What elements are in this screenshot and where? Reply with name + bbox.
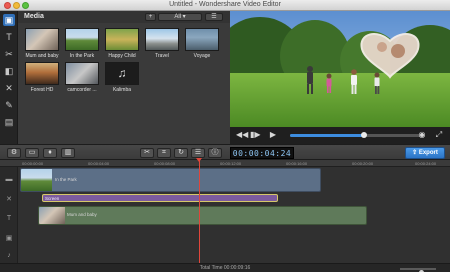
music-note-icon: ♫ [105,62,139,85]
media-title: Media [24,13,44,20]
playback-controls: ◀◀ ▮▶ ▶ ◉ ⤢ [230,127,450,144]
status-bar: Total Time 00:00:09:16 [0,263,450,272]
step-forward-icon[interactable]: ▮▶ [250,130,261,140]
element-icon[interactable]: ✎ [3,99,15,111]
ruler-tick: 00:00:24:00 [415,161,437,166]
timeline-zoom-slider[interactable] [400,268,436,272]
crop-icon[interactable]: ⌗ [157,148,171,158]
video-preview[interactable] [230,11,450,127]
media-item-label: Forest HD [30,87,54,93]
pip-clip[interactable]: Mum and baby [38,206,367,225]
photo-thumb-icon [25,62,59,85]
adjust-icon[interactable]: ☰ [191,148,205,158]
media-item-label: Mum and baby [25,53,59,59]
clip-label: Mum and baby [67,212,97,217]
ruler-tick: 00:00:00:00 [22,161,44,166]
sound-icon[interactable]: ▤ [3,116,15,128]
info-icon[interactable]: ⓘ [208,148,222,158]
fullscreen-icon[interactable]: ⤢ [433,130,445,140]
track-header: ▬ ✕ T ▣ ♪ [0,167,18,263]
snapshot-icon[interactable]: ◉ [416,130,428,140]
microphone-icon[interactable]: ♦ [43,148,57,158]
filter-icon[interactable]: ◧ [3,65,15,77]
playback-progress-slider[interactable] [290,132,425,138]
timeline-ruler[interactable]: 00:00:00:00 00:00:04:00 00:00:08:00 00:0… [0,160,450,167]
pip-track-icon: ▣ [5,235,13,242]
media-item-label: Kalimba [112,87,132,93]
ruler-tick: 00:00:16:00 [286,161,308,166]
photo-thumb-icon [145,28,179,51]
media-item-label: In the Park [69,53,95,59]
photo-thumb-icon [105,28,139,51]
media-item-label: camcorder ... [67,87,97,93]
photo-thumb-icon [65,62,99,85]
overlay-icon[interactable]: ✕ [3,82,15,94]
photo-thumb-icon [65,28,99,51]
progress-fill [290,134,365,137]
progress-knob[interactable] [361,132,368,138]
playhead-handle[interactable] [196,158,202,162]
media-header: Media + All ▾ ☰ [18,11,230,23]
video-clip[interactable]: In the Park [20,168,321,192]
media-view-button[interactable]: ☰ [205,13,223,21]
music-track-icon: ♪ [7,252,11,259]
text-clip[interactable]: Screen [42,194,278,202]
transition-icon[interactable]: ✂ [3,48,15,60]
clip-thumbnail [21,169,52,191]
export-button[interactable]: ⇪ Export [405,147,445,159]
timeline-tracks: ▬ ✕ T ▣ ♪ In the Park Screen Mum and bab… [0,167,450,263]
text-track-icon: T [6,215,12,222]
playhead[interactable] [199,158,200,263]
preview-frame [230,11,450,127]
edit-toolbar: ⚙ ▭ ♦ ▥ ✂ ⌗ ↻ ☰ ⓘ 00:00:04:24 ⇪ Export [0,144,450,160]
split-icon[interactable]: ✂ [140,148,154,158]
ruler-tick: 00:00:20:00 [352,161,374,166]
tool-rail: ▣ T ✂ ◧ ✕ ✎ ▤ [0,11,18,144]
app-window: Untitled - Wondershare Video Editor ▣ T … [0,0,450,272]
media-filter-select[interactable]: All ▾ [158,13,202,21]
rewind-icon[interactable]: ◀◀ [236,130,248,140]
photo-thumb-icon [185,28,219,51]
add-media-button[interactable]: + [145,13,156,21]
media-library-icon[interactable]: ▣ [3,14,15,26]
media-library-panel: Media + All ▾ ☰ Mum and baby In the Park… [18,11,230,144]
title-bar: Untitled - Wondershare Video Editor [0,0,450,11]
window-title: Untitled - Wondershare Video Editor [169,1,281,8]
total-time: Total Time 00:00:09:16 [199,265,251,271]
settings-icon[interactable]: ⚙ [7,148,21,158]
record-icon[interactable]: ▭ [25,148,39,158]
play-icon[interactable]: ▶ [268,130,278,140]
media-item-label: Happy Child [108,53,136,59]
photo-thumb-icon [25,28,59,51]
clip-thumbnail [39,207,65,224]
media-item-label: Voyage [193,53,211,59]
ruler-tick: 00:00:12:00 [220,161,242,166]
rotate-icon[interactable]: ↻ [174,148,188,158]
delete-icon[interactable]: ▥ [61,148,75,158]
media-item-label: Travel [155,53,169,59]
ruler-tick: 00:00:04:00 [88,161,110,166]
ruler-tick: 00:00:08:00 [154,161,176,166]
video-track-icon: ▬ [5,176,13,183]
transition-track-icon: ✕ [6,196,12,203]
text-tool-icon[interactable]: T [3,31,15,43]
clip-label: In the Park [55,177,77,182]
timecode-display: 00:00:04:24 [230,147,294,159]
clip-label: Screen [45,196,60,201]
